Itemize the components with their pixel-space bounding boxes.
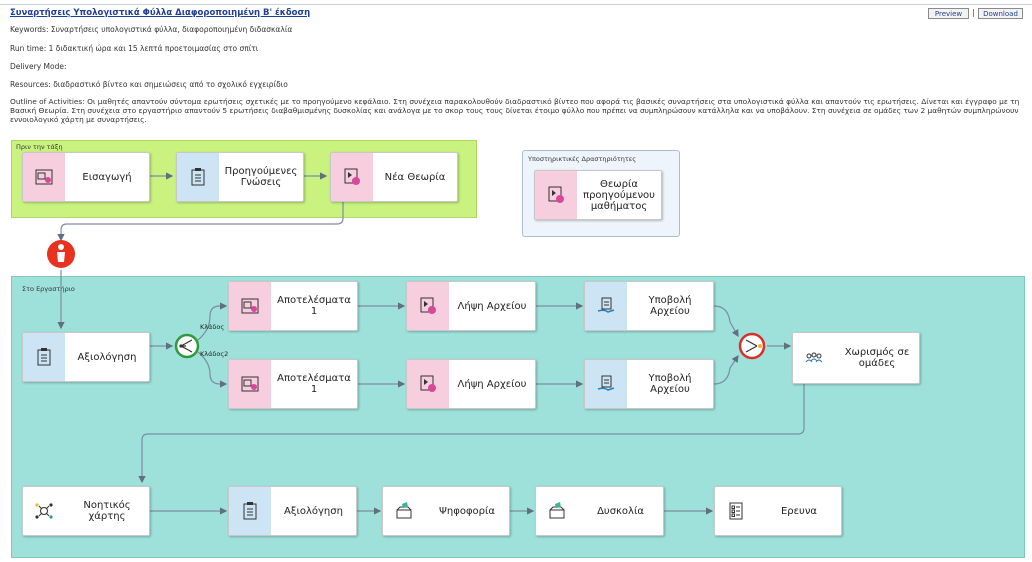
activity-vote-label: Ψηφοφορία	[439, 505, 495, 517]
video-card-icon	[331, 153, 373, 201]
activity-get-file-1[interactable]: Λήψη Αρχείου	[406, 281, 536, 331]
activity-results-1-label: Αποτελέσματα 1	[277, 295, 351, 317]
activity-difficulty-label: Δυσκολία	[597, 505, 644, 517]
merge-gate-icon	[738, 332, 766, 360]
activity-results-2-label: Αποτελέσματα 1	[277, 373, 351, 395]
activity-new-theory-label: Νέα Θεωρία	[384, 171, 446, 183]
activity-new-theory[interactable]: Νέα Θεωρία	[330, 152, 458, 202]
group-users-icon	[793, 333, 835, 383]
video-card-icon	[407, 360, 449, 408]
activity-intro-label: Εισαγωγή	[82, 171, 132, 183]
activity-concept-map-label: Νοητικός χάρτης	[83, 500, 131, 522]
activity-prev-theory[interactable]: Θεωρία προηγούμενου μαθήματος	[534, 170, 662, 220]
activity-get-file-2-label: Λήψη Αρχείου	[457, 378, 527, 390]
activity-results-2[interactable]: Αποτελέσματα 1	[228, 359, 358, 409]
activity-assessment-1-label: Αξιολόγηση	[77, 351, 137, 363]
activity-submit-file-1[interactable]: Υποβολή Αρχείου	[584, 281, 714, 331]
activity-results-1[interactable]: Αποτελέσματα 1	[228, 281, 358, 331]
activity-vote[interactable]: Ψηφοφορία	[382, 486, 510, 536]
video-card-icon	[23, 153, 65, 201]
activity-concept-map[interactable]: Νοητικός χάρτης	[22, 486, 150, 536]
activity-submit-file-2[interactable]: Υποβολή Αρχείου	[584, 359, 714, 409]
video-card-icon	[229, 360, 271, 408]
branch-label-1: Κλάδος	[200, 323, 225, 331]
activity-prior-knowledge-label: Προηγούμενες Γνώσεις	[224, 166, 298, 188]
activity-prev-theory-label: Θεωρία προηγούμενου μαθήματος	[583, 178, 655, 212]
video-card-icon	[407, 282, 449, 330]
activity-assessment-2[interactable]: Αξιολόγηση	[228, 486, 357, 536]
ballot-box-icon	[536, 487, 578, 535]
clipboard-icon	[177, 153, 219, 201]
activity-assessment-2-label: Αξιολόγηση	[284, 505, 343, 517]
activity-assessment-1[interactable]: Αξιολόγηση	[22, 332, 150, 382]
video-card-icon	[535, 171, 577, 219]
activity-survey-label: Ερευνα	[780, 505, 818, 517]
teacher-marker-icon	[47, 240, 75, 268]
ballot-box-icon	[383, 487, 425, 535]
activity-submit-file-2-label: Υποβολή Αρχείου	[648, 373, 692, 395]
upload-hand-icon	[585, 282, 627, 330]
activity-grouping-label: Χωρισμός σε ομάδες	[844, 347, 910, 369]
video-card-icon	[229, 282, 271, 330]
activity-get-file-2[interactable]: Λήψη Αρχείου	[406, 359, 536, 409]
concept-map-icon	[23, 487, 65, 535]
checklist-icon	[715, 487, 757, 535]
activity-intro[interactable]: Εισαγωγή	[22, 152, 150, 202]
clipboard-icon	[229, 487, 271, 535]
activity-get-file-1-label: Λήψη Αρχείου	[457, 300, 527, 312]
activity-survey[interactable]: Ερευνα	[714, 486, 842, 536]
upload-hand-icon	[585, 360, 627, 408]
branch-label-2: Κλάδος2	[200, 350, 229, 358]
branch-gate-icon	[174, 333, 200, 359]
activity-grouping[interactable]: Χωρισμός σε ομάδες	[792, 332, 920, 384]
activity-submit-file-1-label: Υποβολή Αρχείου	[648, 295, 692, 317]
activity-prior-knowledge[interactable]: Προηγούμενες Γνώσεις	[176, 152, 304, 202]
activity-difficulty[interactable]: Δυσκολία	[535, 486, 664, 536]
clipboard-icon	[23, 333, 65, 381]
